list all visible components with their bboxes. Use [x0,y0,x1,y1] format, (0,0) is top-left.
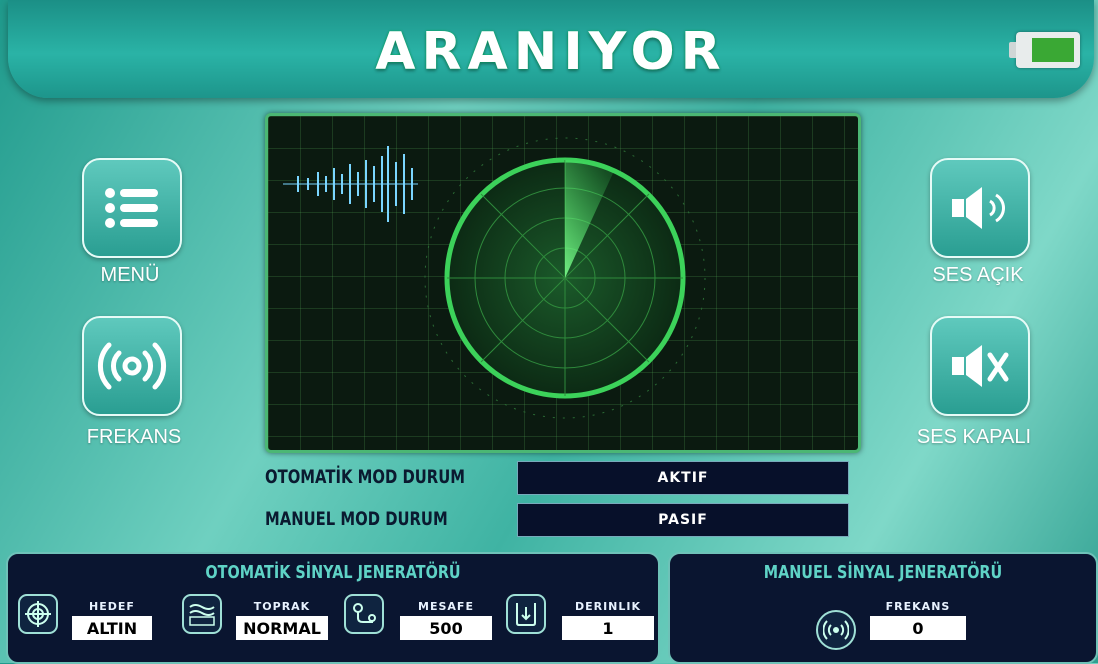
manual-frequency-value[interactable]: 0 [870,616,966,640]
target-label: HEDEF [89,600,135,613]
target-icon[interactable] [18,594,58,634]
radar-display [265,113,861,453]
depth-label: DERINLIK [574,600,642,613]
auto-signal-panel: OTOMATİK SİNYAL JENERATÖRÜ HEDEF ALTIN T… [6,552,660,664]
distance-value[interactable]: 500 [400,616,492,640]
speaker-on-icon [952,187,1006,229]
auto-mode-label: OTOMATİK MOD DURUM [265,466,465,488]
auto-panel-title: OTOMATİK SİNYAL JENERATÖRÜ [205,562,461,583]
battery-icon [1009,32,1080,68]
target-value[interactable]: ALTIN [72,616,152,640]
sound-off-button[interactable] [930,316,1030,416]
list-icon [105,188,158,228]
manual-signal-panel: MANUEL SİNYAL JENERATÖRÜ FREKANS 0 [668,552,1098,664]
sound-on-label: SES AÇIK [932,264,1024,286]
radar-graphic [283,137,706,419]
header-bar: ARANIYOR [8,0,1094,98]
page-title: ARANIYOR [375,22,727,82]
sound-on-button[interactable] [930,158,1030,258]
soil-icon[interactable] [182,594,222,634]
signal-icon[interactable] [816,610,856,650]
manual-mode-label: MANUEL MOD DURUM [265,508,448,530]
menu-label: MENÜ [100,264,160,286]
distance-icon[interactable] [344,594,384,634]
depth-value[interactable]: 1 [562,616,654,640]
frequency-button[interactable] [82,316,182,416]
manual-frequency-label: FREKANS [885,600,951,613]
signal-icon [97,342,167,390]
soil-label: TOPRAK [253,600,311,613]
distance-label: MESAFE [418,600,474,613]
sound-off-label: SES KAPALI [916,426,1032,448]
auto-mode-status: AKTIF [517,461,849,495]
soil-value[interactable]: NORMAL [236,616,328,640]
menu-button[interactable] [82,158,182,258]
manual-panel-title: MANUEL SİNYAL JENERATÖRÜ [763,562,1003,583]
manual-mode-status: PASIF [517,503,849,537]
speaker-mute-icon [952,345,1009,387]
waveform-icon [283,146,418,222]
depth-icon[interactable] [506,594,546,634]
frequency-label: FREKANS [86,426,182,448]
